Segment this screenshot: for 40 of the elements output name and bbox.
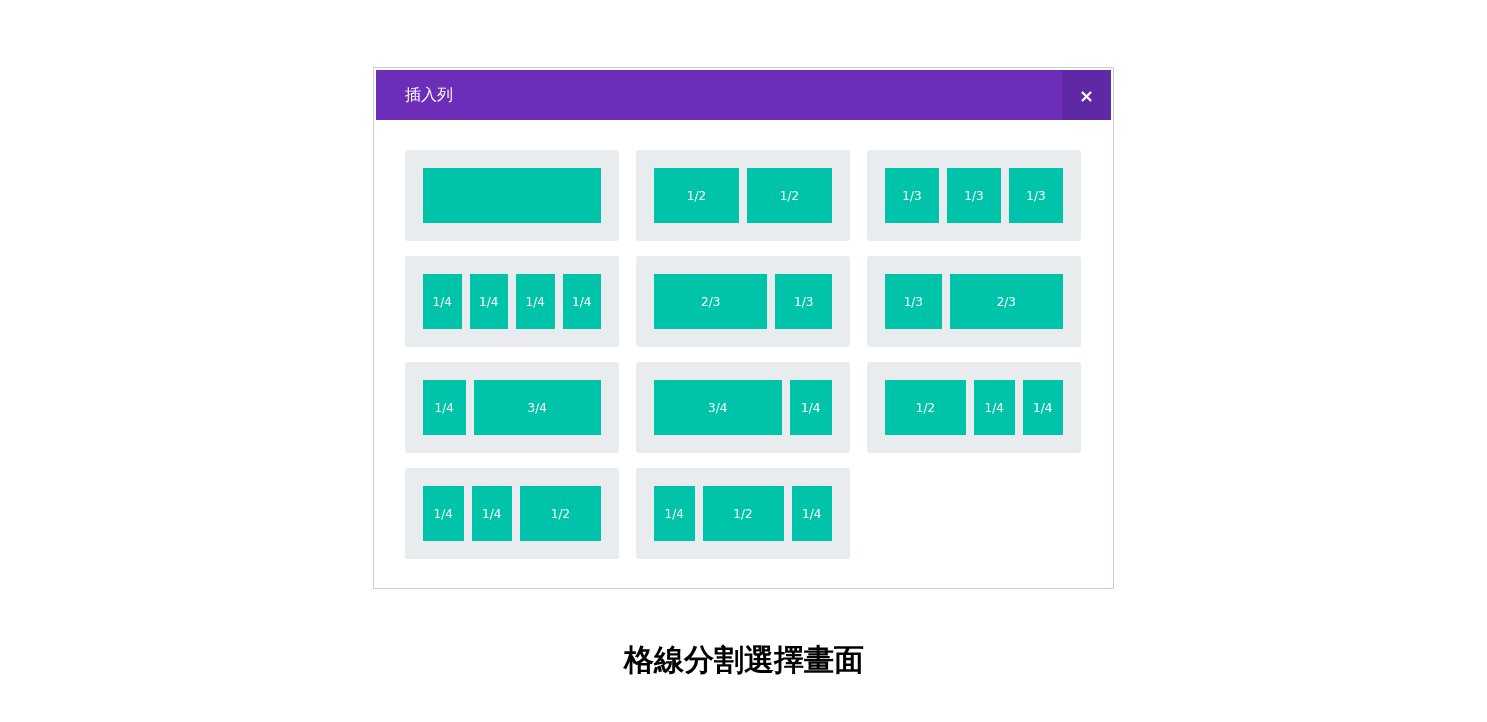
layout-option[interactable]: 1/2 1/2 [636,150,850,241]
column-block: 1/4 [423,486,464,541]
layout-option[interactable]: 1/4 1/4 1/4 1/4 [405,256,619,347]
layout-option[interactable]: 1/2 1/4 1/4 [867,362,1081,453]
column-block: 1/3 [947,168,1001,223]
column-block: 1/2 [520,486,601,541]
column-block: 1/4 [654,486,695,541]
column-block: 1/2 [885,380,966,435]
column-block: 1/4 [469,274,508,329]
column-block: 1/2 [747,168,832,223]
dialog-title: 插入列 [404,84,454,106]
layout-option[interactable] [405,150,619,241]
column-block: 1/2 [654,168,739,223]
column-block: 2/3 [654,274,768,329]
column-block: 1/3 [1009,168,1063,223]
layout-option[interactable]: 1/4 3/4 [405,362,619,453]
column-block: 1/4 [423,274,462,329]
column-block: 1/4 [974,380,1015,435]
column-block: 1/4 [516,274,555,329]
column-block: 1/4 [471,486,512,541]
close-button[interactable]: × [1062,70,1111,120]
column-block: 2/3 [949,274,1063,329]
caption: 格線分割選擇畫面 [623,641,864,679]
column-block: 1/2 [702,486,784,541]
layout-option[interactable]: 1/3 2/3 [867,256,1081,347]
column-block: 1/4 [791,486,832,541]
column-block: 1/3 [775,274,832,329]
column-block: 1/4 [1022,380,1063,435]
column-block: 1/4 [789,380,832,435]
layout-option[interactable]: 2/3 1/3 [636,256,850,347]
column-block: 1/3 [885,274,942,329]
layout-option[interactable]: 1/4 1/2 1/4 [636,468,850,559]
layout-option[interactable]: 1/4 1/4 1/2 [405,468,619,559]
column-block: 3/4 [473,380,601,435]
column-block: 1/4 [562,274,601,329]
column-block: 1/4 [423,380,466,435]
layout-option[interactable]: 1/3 1/3 1/3 [867,150,1081,241]
layout-option[interactable]: 3/4 1/4 [636,362,850,453]
column-block: 1/3 [885,168,939,223]
column-block: 3/4 [654,380,782,435]
